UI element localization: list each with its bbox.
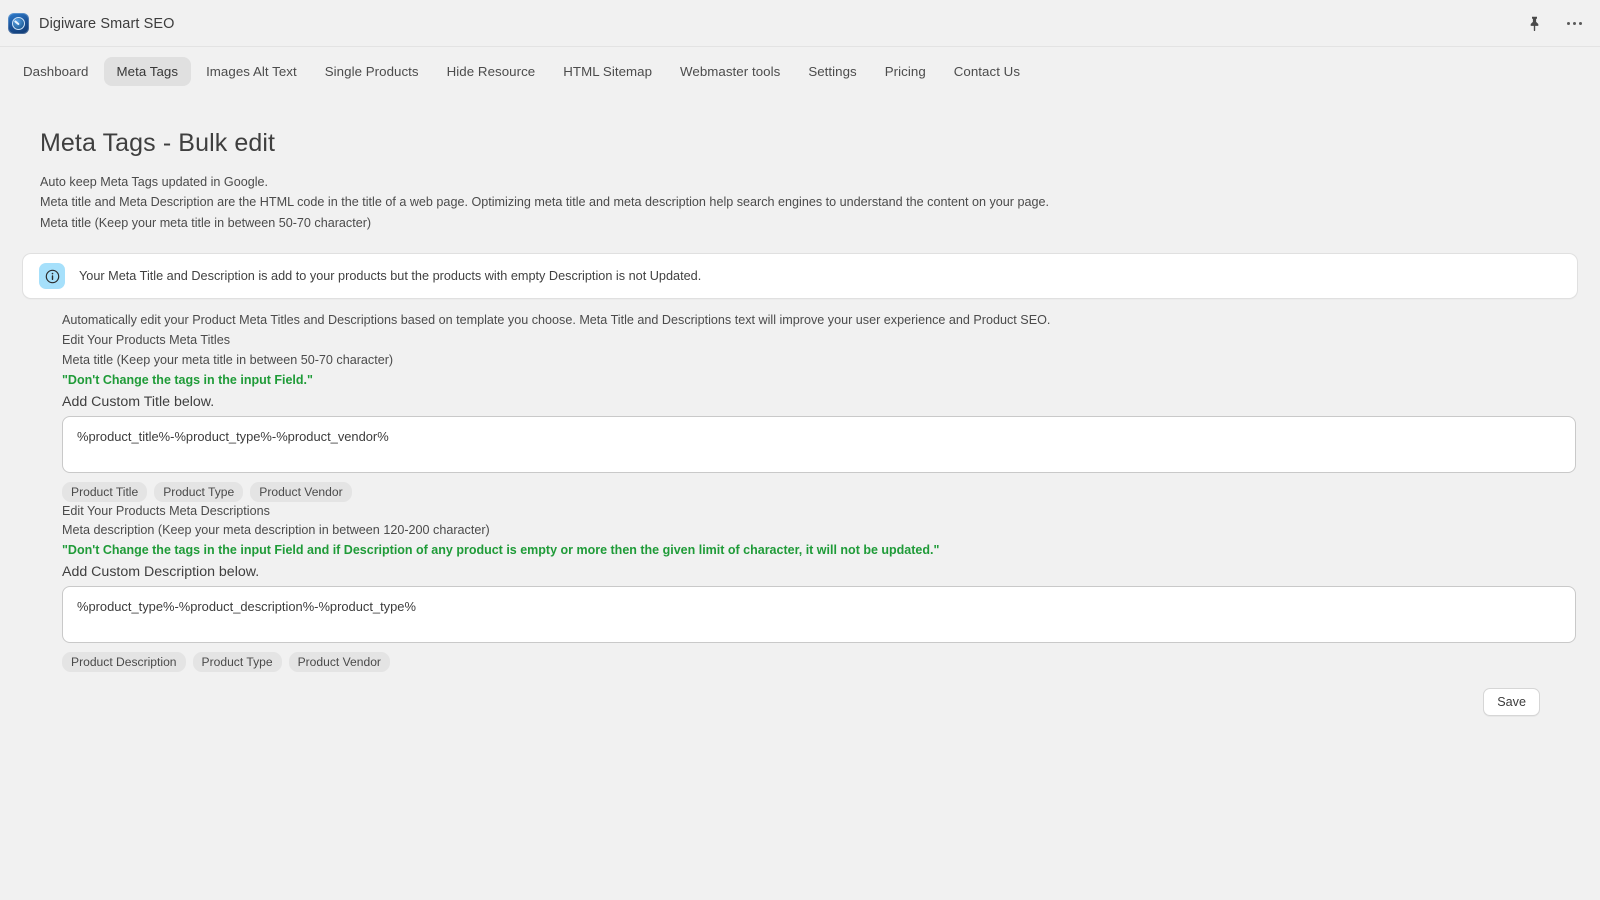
app-brand: Digiware Smart SEO — [8, 13, 175, 34]
pin-icon[interactable] — [1524, 14, 1544, 34]
chip-product-title[interactable]: Product Title — [62, 481, 148, 502]
page-header: Meta Tags - Bulk edit Auto keep Meta Tag… — [0, 95, 1600, 233]
speedometer-app-icon — [8, 13, 29, 34]
custom-description-input[interactable] — [62, 586, 1576, 644]
save-button[interactable]: Save — [1483, 688, 1540, 717]
app-bar-actions — [1524, 14, 1584, 34]
title-section-hint: Meta title (Keep your meta title in betw… — [62, 352, 394, 367]
nav-item-images-alt-text[interactable]: Images Alt Text — [193, 57, 310, 86]
page-content: Meta Tags - Bulk edit Auto keep Meta Tag… — [0, 95, 1600, 717]
chip-product-type[interactable]: Product Type — [154, 481, 244, 502]
meta-tags-form: Automatically edit your Product Meta Tit… — [0, 311, 1600, 717]
page-title: Meta Tags - Bulk edit — [40, 129, 276, 157]
title-token-chips: Product Title Product Type Product Vendo… — [62, 481, 1578, 502]
app-title: Digiware Smart SEO — [39, 15, 175, 32]
more-horizontal-icon[interactable] — [1564, 14, 1584, 34]
app-bar: Digiware Smart SEO — [0, 0, 1600, 47]
description-section-heading: Edit Your Products Meta Descriptions — [62, 503, 270, 518]
title-section-heading: Edit Your Products Meta Titles — [62, 333, 231, 348]
chip-product-description[interactable]: Product Description — [62, 652, 186, 673]
page-intro-line-2: Meta title and Meta Description are the … — [40, 195, 1050, 210]
info-banner-text: Your Meta Title and Description is add t… — [79, 269, 702, 284]
page-intro-line-3: Meta title (Keep your meta title in betw… — [40, 215, 372, 230]
main-nav: Dashboard Meta Tags Images Alt Text Sing… — [0, 47, 1600, 95]
nav-item-hide-resource[interactable]: Hide Resource — [434, 57, 549, 86]
nav-item-meta-tags[interactable]: Meta Tags — [103, 56, 192, 86]
nav-item-html-sitemap[interactable]: HTML Sitemap — [550, 57, 665, 86]
info-circle-icon — [39, 263, 65, 290]
nav-item-single-products[interactable]: Single Products — [312, 57, 432, 86]
description-section-warning: "Don't Change the tags in the input Fiel… — [62, 543, 940, 558]
nav-item-pricing[interactable]: Pricing — [872, 57, 939, 86]
page-intro-line-1: Auto keep Meta Tags updated in Google. — [40, 175, 269, 189]
more-dots — [1566, 22, 1582, 25]
chip-product-vendor-2[interactable]: Product Vendor — [288, 652, 390, 673]
nav-item-dashboard[interactable]: Dashboard — [10, 57, 102, 86]
custom-title-input[interactable] — [62, 415, 1576, 473]
nav-item-webmaster-tools[interactable]: Webmaster tools — [667, 57, 793, 86]
title-section-warning: "Don't Change the tags in the input Fiel… — [62, 372, 313, 387]
nav-item-settings[interactable]: Settings — [795, 57, 869, 86]
custom-title-label: Add Custom Title below. — [62, 393, 215, 410]
description-section-hint: Meta description (Keep your meta descrip… — [62, 523, 490, 538]
save-row: Save — [22, 688, 1540, 717]
custom-description-label: Add Custom Description below. — [62, 564, 260, 581]
info-banner: Your Meta Title and Description is add t… — [22, 253, 1578, 300]
description-token-chips: Product Description Product Type Product… — [62, 652, 1578, 673]
form-description: Automatically edit your Product Meta Tit… — [62, 313, 1051, 328]
nav-item-contact-us[interactable]: Contact Us — [941, 57, 1033, 86]
chip-product-vendor[interactable]: Product Vendor — [250, 481, 352, 502]
chip-product-type-2[interactable]: Product Type — [192, 652, 282, 673]
